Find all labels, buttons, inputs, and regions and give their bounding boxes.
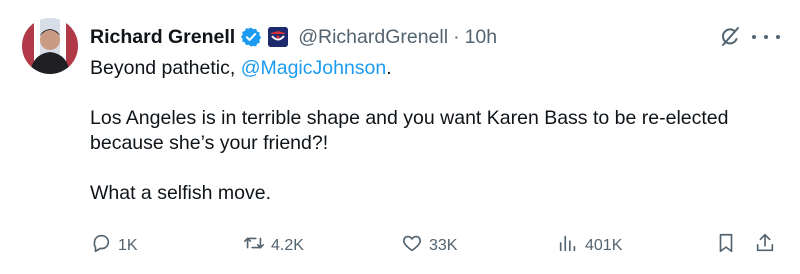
affiliate-badge-icon[interactable] — [268, 27, 289, 47]
mention-link[interactable]: @MagicJohnson — [241, 57, 387, 79]
tweet-line-1: Beyond pathetic, @MagicJohnson. — [90, 56, 780, 81]
tweet-line-4: What a selfish move. — [90, 182, 271, 204]
repost-count: 4.2K — [271, 236, 304, 254]
reply-icon — [90, 232, 112, 259]
action-bar: 1K 4.2K 33K 401K — [90, 232, 780, 258]
views-count: 401K — [585, 236, 623, 254]
separator-dot: · — [453, 25, 460, 48]
tweet-header: Richard Grenell @RichardGrenell · 10h — [90, 22, 497, 52]
repost-button[interactable]: 4.2K — [243, 232, 304, 259]
grok-icon[interactable] — [717, 24, 743, 50]
more-icon[interactable] — [752, 26, 780, 48]
author-handle[interactable]: @RichardGrenell — [298, 26, 448, 49]
like-count: 33K — [429, 236, 458, 254]
timestamp[interactable]: 10h — [465, 26, 498, 49]
views-button[interactable]: 401K — [557, 232, 622, 259]
share-icon — [754, 232, 776, 259]
repost-icon — [243, 232, 265, 259]
tweet-line-1-suffix: . — [386, 57, 392, 79]
verified-badge-icon — [240, 26, 262, 48]
tweet-line-1-prefix: Beyond pathetic, — [90, 57, 241, 79]
author-name[interactable]: Richard Grenell — [90, 26, 235, 49]
bookmark-button[interactable] — [715, 232, 737, 259]
avatar[interactable] — [22, 18, 78, 74]
views-icon — [557, 232, 579, 259]
like-button[interactable]: 33K — [401, 232, 457, 259]
share-button[interactable] — [754, 232, 776, 259]
bookmark-icon — [715, 232, 737, 259]
reply-count: 1K — [118, 236, 138, 254]
tweet-text: Beyond pathetic, @MagicJohnson. Los Ange… — [90, 56, 780, 206]
like-icon — [401, 232, 423, 259]
reply-button[interactable]: 1K — [90, 232, 138, 259]
tweet-line-3: because she’s your friend?! — [90, 132, 329, 154]
tweet-line-2: Los Angeles is in terrible shape and you… — [90, 107, 729, 129]
